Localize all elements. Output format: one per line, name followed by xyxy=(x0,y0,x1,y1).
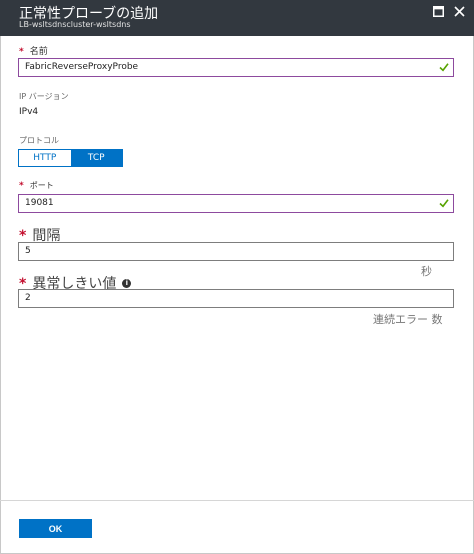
name-label: * 名前 xyxy=(19,44,48,57)
threshold-input[interactable]: 2 xyxy=(18,289,454,308)
close-icon xyxy=(453,5,465,17)
checkmark-icon xyxy=(439,199,449,208)
threshold-input-value: 2 xyxy=(25,293,31,303)
required-mark: * xyxy=(19,47,24,57)
interval-input[interactable]: 5 xyxy=(18,242,454,261)
name-input[interactable]: FabricReverseProxyProbe xyxy=(18,58,454,77)
maximize-button[interactable] xyxy=(430,3,446,19)
protocol-option-http[interactable]: HTTP xyxy=(19,150,71,166)
interval-unit: 秒 xyxy=(421,265,432,278)
ip-version-value: IPv4 xyxy=(19,107,39,117)
blade-subtitle: LB-wsltsdnscluster-wsltsdns xyxy=(19,20,131,29)
port-label-text: ポート xyxy=(29,181,54,190)
name-label-text: 名前 xyxy=(29,47,48,57)
blade-header: 正常性プローブの追加 LB-wsltsdnscluster-wsltsdns xyxy=(0,0,474,36)
port-label: * ポート xyxy=(19,180,54,191)
threshold-unit: 連続エラー 数 xyxy=(373,313,443,326)
ip-version-label: IP バージョン xyxy=(19,92,69,101)
protocol-label: プロトコル xyxy=(19,136,59,145)
footer-divider xyxy=(0,500,474,501)
maximize-icon xyxy=(432,5,444,17)
name-input-value: FabricReverseProxyProbe xyxy=(25,62,139,72)
close-button[interactable] xyxy=(451,3,467,19)
info-icon[interactable]: i xyxy=(122,278,132,288)
interval-input-value: 5 xyxy=(25,246,31,256)
port-input[interactable]: 19081 xyxy=(18,194,454,213)
port-input-value: 19081 xyxy=(25,198,54,208)
required-mark: * xyxy=(19,181,24,191)
ok-button[interactable]: OK xyxy=(19,519,92,538)
checkmark-icon xyxy=(439,63,449,72)
protocol-option-tcp[interactable]: TCP xyxy=(70,150,122,166)
protocol-toggle[interactable]: HTTP TCP xyxy=(18,149,123,167)
